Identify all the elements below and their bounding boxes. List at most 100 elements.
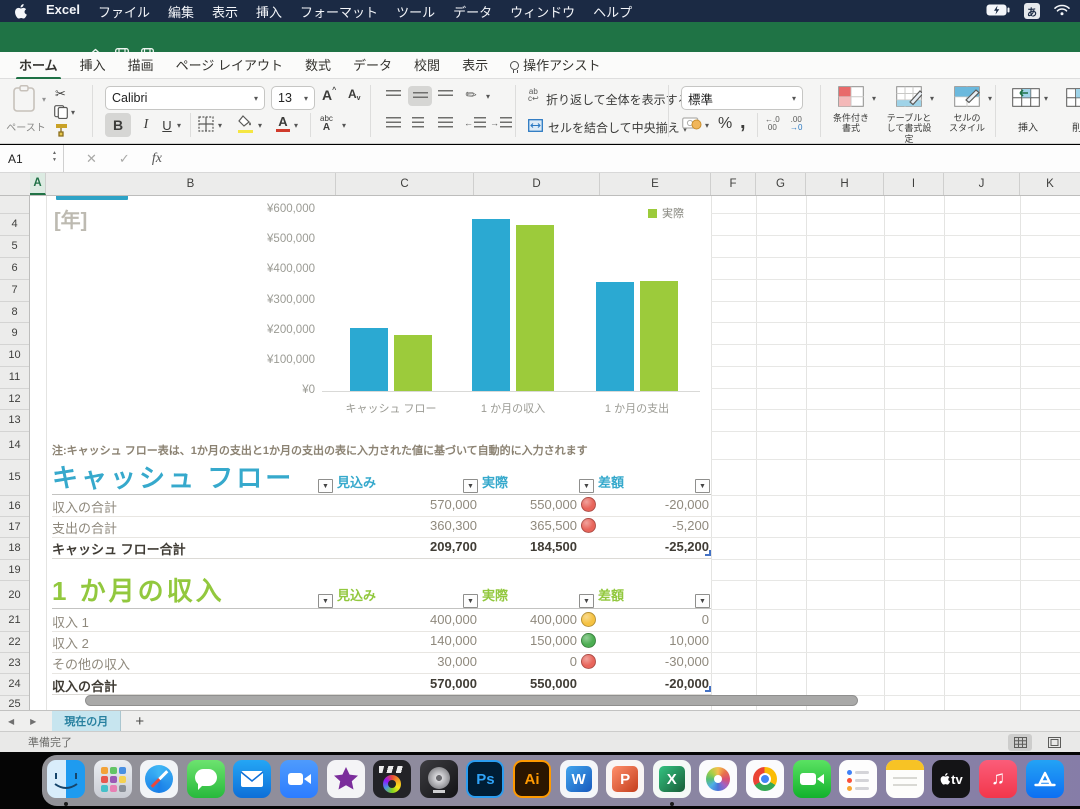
delete-cells-label[interactable]: 削除 xyxy=(1062,119,1080,134)
currency-format-button[interactable] xyxy=(682,116,702,130)
paste-label[interactable]: ペースト xyxy=(2,119,50,134)
dock-icon-notes[interactable] xyxy=(886,760,924,798)
column-header-実際[interactable]: 実際 xyxy=(482,472,508,491)
dock-icon-powerpoint[interactable]: P xyxy=(606,760,644,798)
row-header-8[interactable]: 8 xyxy=(0,306,29,318)
menu-item-ツール[interactable]: ツール xyxy=(387,2,444,21)
table-note[interactable]: 注:キャッシュ フロー表は、1か月の支出と1か月の支出の表に入力された値に基づい… xyxy=(52,442,588,458)
font-size-select[interactable]: 13▾ xyxy=(271,86,315,110)
filter-button[interactable]: ▼ xyxy=(463,594,478,608)
dock-icon-facetime[interactable] xyxy=(793,760,831,798)
wrap-text-icon[interactable]: abc↩ xyxy=(528,88,539,102)
column-header-見込み[interactable]: 見込み xyxy=(337,585,376,604)
row-label[interactable]: 収入 1 xyxy=(52,612,89,631)
insert-cells-label[interactable]: 挿入 xyxy=(1002,119,1054,134)
row-header-17[interactable]: 17 xyxy=(0,521,29,533)
tab-校閲[interactable]: 校閲 xyxy=(403,51,451,80)
actual-value[interactable]: 400,000 xyxy=(437,612,577,627)
add-sheet-button[interactable]: + xyxy=(121,713,158,730)
format-painter-button[interactable] xyxy=(55,123,68,137)
font-color-dropdown[interactable]: ▾ xyxy=(294,121,298,130)
conditional-formatting-button[interactable]: ▾条件付き書式 xyxy=(828,86,874,134)
difference-value[interactable]: -20,000 xyxy=(569,497,709,512)
filter-button[interactable]: ▼ xyxy=(579,594,594,608)
copy-dropdown[interactable]: ▾ xyxy=(71,108,75,117)
align-top-button[interactable] xyxy=(386,90,401,98)
row-header-7[interactable]: 7 xyxy=(0,284,29,296)
name-box-stepper[interactable]: ▲▼ xyxy=(52,150,57,164)
name-box[interactable]: A1 ▲▼ xyxy=(0,145,64,172)
dock-icon-chrome[interactable] xyxy=(746,760,784,798)
row-header-12[interactable]: 12 xyxy=(0,393,29,405)
tab-数式[interactable]: 数式 xyxy=(294,51,342,80)
filter-button[interactable]: ▼ xyxy=(579,479,594,493)
menu-item-表示[interactable]: 表示 xyxy=(203,2,247,21)
column-header-E[interactable]: E xyxy=(600,173,711,195)
underline-button[interactable]: U xyxy=(158,113,176,137)
table-title[interactable]: 1 か月の収入 xyxy=(52,571,225,608)
insert-cells-dropdown[interactable]: ▾ xyxy=(1044,94,1048,103)
column-header-G[interactable]: G xyxy=(756,173,806,195)
menu-item-データ[interactable]: データ xyxy=(444,2,501,21)
dock-icon-app-store[interactable] xyxy=(1026,760,1064,798)
row-header-20[interactable]: 20 xyxy=(0,589,29,601)
cancel-icon[interactable]: ✕ xyxy=(86,151,97,167)
sheet-prev-icon[interactable]: ◀ xyxy=(0,717,22,726)
column-header-H[interactable]: H xyxy=(806,173,884,195)
row-header-16[interactable]: 16 xyxy=(0,500,29,512)
row-label[interactable]: 収入の合計 xyxy=(52,497,117,516)
font-color-button[interactable]: A xyxy=(276,114,290,132)
row-header-5[interactable]: 5 xyxy=(0,240,29,252)
dock-icon-imovie[interactable] xyxy=(327,760,365,798)
row-label[interactable]: その他の収入 xyxy=(52,654,130,673)
column-header-実際[interactable]: 実際 xyxy=(482,585,508,604)
filter-button[interactable]: ▼ xyxy=(318,479,333,493)
difference-value[interactable]: 10,000 xyxy=(569,633,709,648)
menu-item-編集[interactable]: 編集 xyxy=(159,2,203,21)
decrease-indent-button[interactable]: ← xyxy=(464,117,486,128)
filter-button[interactable]: ▼ xyxy=(695,479,710,493)
dock-icon-word[interactable]: W xyxy=(560,760,598,798)
column-header-C[interactable]: C xyxy=(336,173,474,195)
row-header-11[interactable]: 11 xyxy=(0,371,29,383)
row-label[interactable]: 収入の合計 xyxy=(52,676,117,695)
difference-value[interactable]: -20,000 xyxy=(569,676,709,691)
fill-color-dropdown[interactable]: ▾ xyxy=(258,121,262,130)
wifi-icon[interactable] xyxy=(1054,4,1070,19)
sheet-next-icon[interactable]: ▶ xyxy=(22,717,44,726)
bold-button[interactable]: B xyxy=(105,113,131,137)
column-header-F[interactable]: F xyxy=(711,173,756,195)
decrease-font-button[interactable]: Av xyxy=(348,87,361,101)
dock-icon-photos[interactable] xyxy=(699,760,737,798)
insert-cells-icon[interactable] xyxy=(1012,88,1040,107)
row-header-15[interactable]: 15 xyxy=(0,471,29,483)
sheet-grid[interactable]: [年] ¥600,000¥500,000¥400,000¥300,000¥200… xyxy=(30,196,1080,710)
horizontal-scrollbar[interactable] xyxy=(85,695,858,706)
underline-dropdown[interactable]: ▾ xyxy=(177,121,181,130)
align-center-button[interactable] xyxy=(412,117,424,128)
cashflow-chart[interactable]: ¥600,000¥500,000¥400,000¥300,000¥200,000… xyxy=(250,197,706,427)
column-header-差額[interactable]: 差額 xyxy=(598,472,624,491)
row-label[interactable]: 収入 2 xyxy=(52,633,89,652)
paste-icon[interactable] xyxy=(12,85,38,113)
cut-button[interactable]: ✂ xyxy=(55,86,66,102)
year-placeholder[interactable]: [年] xyxy=(54,204,87,233)
copy-button[interactable] xyxy=(54,105,68,119)
dock-icon-disk[interactable] xyxy=(420,760,458,798)
menu-item-Excel[interactable]: Excel xyxy=(37,2,89,21)
actual-value[interactable]: 184,500 xyxy=(437,539,577,554)
font-name-select[interactable]: Calibri▾ xyxy=(105,86,265,110)
row-header-10[interactable]: 10 xyxy=(0,349,29,361)
column-header-I[interactable]: I xyxy=(884,173,944,195)
dock-icon-final-cut-pro[interactable] xyxy=(373,760,411,798)
row-header-14[interactable]: 14 xyxy=(0,439,29,451)
formula-input[interactable] xyxy=(162,145,1080,172)
wrap-text-label[interactable]: 折り返して全体を表示する ▾ xyxy=(546,91,697,108)
dock-icon-launchpad[interactable] xyxy=(94,760,132,798)
dock-icon-reminders[interactable] xyxy=(839,760,877,798)
actual-value[interactable]: 365,500 xyxy=(437,518,577,533)
menu-item-ヘルプ[interactable]: ヘルプ xyxy=(584,2,641,21)
borders-dropdown[interactable]: ▾ xyxy=(218,121,222,130)
fill-color-button[interactable] xyxy=(238,115,253,133)
row-header-6[interactable]: 6 xyxy=(0,262,29,274)
